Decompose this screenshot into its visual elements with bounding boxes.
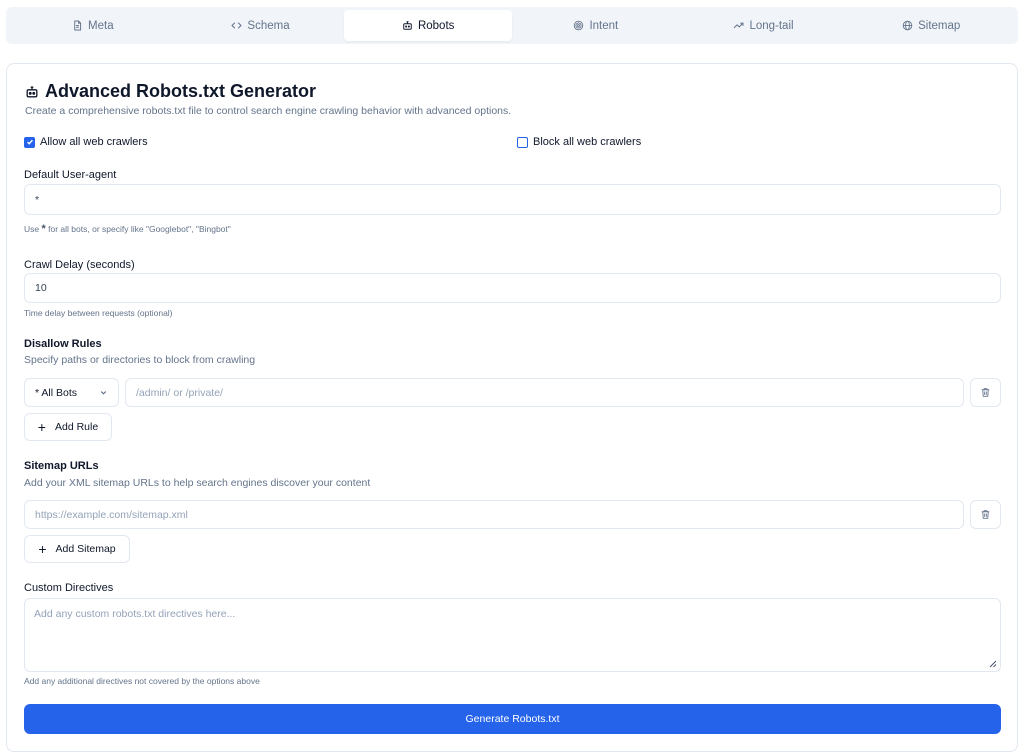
tab-meta[interactable]: Meta bbox=[9, 10, 177, 41]
user-agent-help-star: * bbox=[41, 223, 46, 235]
tab-schema[interactable]: Schema bbox=[177, 10, 345, 41]
page-title-text: Advanced Robots.txt Generator bbox=[45, 81, 317, 101]
add-sitemap-label: Add Sitemap bbox=[55, 543, 116, 555]
user-agent-help-suffix: for all bots, or specify like "Googlebot… bbox=[48, 224, 231, 234]
plus-icon: + bbox=[38, 541, 47, 557]
bot-icon bbox=[26, 86, 38, 97]
tab-label: Long-tail bbox=[749, 19, 794, 32]
allow-all-crawlers-option[interactable]: Allow all web crawlers bbox=[24, 136, 148, 148]
globe-icon bbox=[902, 20, 913, 31]
allow-all-checkbox[interactable] bbox=[24, 136, 35, 148]
disallow-rules-title: Disallow Rules bbox=[24, 338, 102, 350]
tab-label: Schema bbox=[247, 19, 290, 32]
disallow-path-input[interactable]: /admin/ or /private/ bbox=[125, 378, 964, 407]
disallow-rules-description: Specify paths or directories to block fr… bbox=[24, 354, 256, 366]
block-all-checkbox[interactable] bbox=[517, 136, 528, 148]
sitemap-urls-title: Sitemap URLs bbox=[24, 460, 99, 472]
delete-sitemap-button[interactable] bbox=[970, 500, 1001, 529]
bot-select-value: * All Bots bbox=[35, 386, 78, 399]
chevron-down-icon bbox=[100, 391, 107, 395]
user-agent-label: Default User-agent bbox=[24, 169, 117, 181]
tab-label: Robots bbox=[417, 19, 455, 32]
tab-label: Intent bbox=[589, 19, 619, 32]
tab-sitemap[interactable]: Sitemap bbox=[847, 10, 1015, 41]
block-all-crawlers-option[interactable]: Block all web crawlers bbox=[517, 136, 641, 148]
user-agent-help-prefix: Use bbox=[24, 224, 40, 234]
generate-robots-button[interactable]: Generate Robots.txt bbox=[24, 704, 1001, 734]
delete-rule-button[interactable] bbox=[970, 378, 1001, 407]
file-icon bbox=[74, 20, 82, 31]
tab-bar: Meta Schema Robots Intent Long-tail Site… bbox=[6, 7, 1018, 44]
custom-directives-help: Add any additional directives not covere… bbox=[24, 676, 260, 686]
page-title: Advanced Robots.txt Generator bbox=[25, 81, 316, 102]
user-agent-input[interactable]: * bbox=[24, 184, 1001, 215]
sitemap-url-input[interactable]: https://example.com/sitemap.xml bbox=[24, 500, 964, 529]
tab-robots[interactable]: Robots bbox=[344, 10, 513, 41]
robots-generator-card: Advanced Robots.txt Generator Create a c… bbox=[6, 63, 1018, 752]
custom-directives-placeholder: Add any custom robots.txt directives her… bbox=[34, 608, 236, 620]
trash-icon bbox=[981, 510, 990, 519]
crawl-delay-help: Time delay between requests (optional) bbox=[24, 308, 173, 318]
code-icon bbox=[231, 22, 243, 29]
add-sitemap-button[interactable]: + Add Sitemap bbox=[24, 535, 130, 563]
check-icon bbox=[26, 139, 33, 145]
sitemap-urls-description: Add your XML sitemap URLs to help search… bbox=[24, 477, 371, 489]
custom-directives-textarea[interactable]: Add any custom robots.txt directives her… bbox=[24, 598, 1001, 672]
crawl-delay-label: Crawl Delay (seconds) bbox=[24, 259, 135, 271]
plus-icon: + bbox=[37, 419, 46, 435]
bot-select[interactable]: * All Bots bbox=[24, 378, 119, 407]
bot-icon bbox=[403, 21, 412, 30]
tab-label: Sitemap bbox=[918, 19, 961, 32]
tab-label: Meta bbox=[88, 19, 114, 32]
block-all-label: Block all web crawlers bbox=[533, 136, 642, 148]
page-subtitle: Create a comprehensive robots.txt file t… bbox=[25, 105, 512, 117]
user-agent-help: Use * for all bots, or specify like "Goo… bbox=[24, 223, 231, 235]
trash-icon bbox=[981, 388, 990, 397]
resize-grip-icon[interactable] bbox=[989, 660, 997, 668]
allow-all-label: Allow all web crawlers bbox=[40, 136, 148, 148]
trending-icon bbox=[734, 22, 744, 29]
crawl-delay-input[interactable]: 10 bbox=[24, 273, 1001, 303]
add-rule-button[interactable]: + Add Rule bbox=[24, 413, 112, 441]
tab-intent[interactable]: Intent bbox=[512, 10, 680, 41]
add-rule-label: Add Rule bbox=[54, 421, 99, 433]
custom-directives-label: Custom Directives bbox=[24, 582, 114, 594]
target-icon bbox=[574, 20, 584, 31]
tab-long-tail[interactable]: Long-tail bbox=[680, 10, 848, 41]
